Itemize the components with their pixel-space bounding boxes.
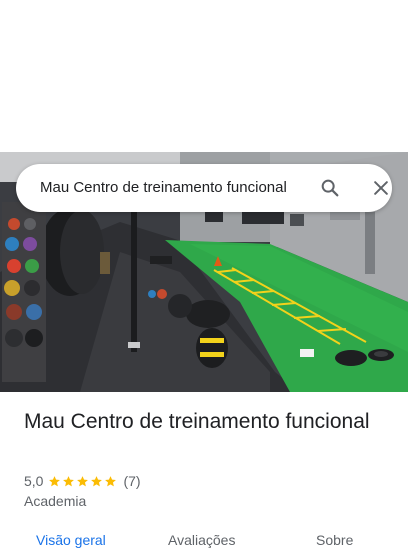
tab-overview[interactable]: Visão geral [36, 532, 106, 548]
map-blank-area [0, 0, 408, 152]
search-icon [321, 179, 339, 197]
close-icon [374, 181, 388, 195]
search-button[interactable] [314, 172, 346, 204]
star-icon [105, 475, 117, 486]
search-bar[interactable]: Mau Centro de treinamento funcional [16, 164, 392, 212]
star-icon [63, 475, 75, 486]
rating-value: 5,0 [24, 473, 44, 489]
rating-row[interactable]: 5,0 (7) [24, 472, 141, 490]
tab-reviews[interactable]: Avaliações [168, 532, 235, 548]
search-input[interactable]: Mau Centro de treinamento funcional [40, 164, 302, 212]
rating-stars [48, 475, 118, 488]
star-icon [77, 475, 89, 486]
place-title: Mau Centro de treinamento funcional [24, 410, 370, 433]
place-category[interactable]: Academia [24, 493, 86, 509]
tab-about[interactable]: Sobre [316, 532, 353, 548]
place-tabs: Visão geral Avaliações Sobre [0, 530, 408, 548]
star-icon [91, 475, 103, 486]
review-count[interactable]: (7) [123, 473, 140, 489]
close-button[interactable] [365, 172, 397, 204]
star-icon [49, 475, 61, 486]
